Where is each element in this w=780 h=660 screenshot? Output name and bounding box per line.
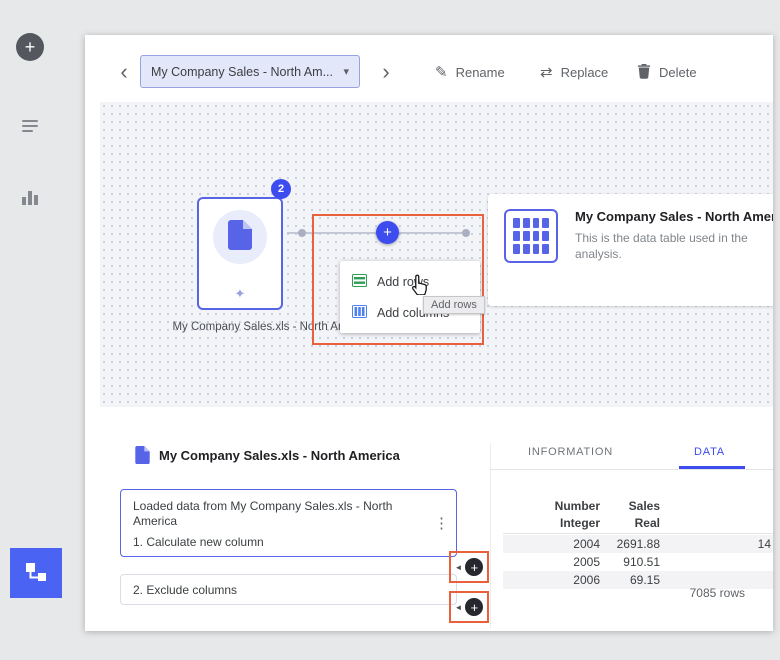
- replace-label: Replace: [561, 65, 609, 80]
- step-options-button[interactable]: ⋮: [434, 514, 449, 532]
- chevron-down-icon: ▾: [343, 65, 349, 78]
- step-loaded-data[interactable]: Loaded data from My Company Sales.xls - …: [120, 489, 457, 557]
- chevron-left-icon: ‹: [120, 59, 127, 85]
- ellipsis-vertical-icon: ⋮: [434, 515, 449, 532]
- table-header-block: Number Sales Integer Real: [503, 497, 773, 534]
- transformations-icon: ✦: [235, 286, 246, 302]
- table-header-types: Integer Real: [503, 514, 773, 531]
- tab-strip-divider: [490, 469, 773, 470]
- rename-label: Rename: [456, 65, 505, 80]
- step-calculate-column-label: 1. Calculate new column: [133, 535, 428, 550]
- table-cell: 910.51: [600, 555, 660, 569]
- cursor-pointer-icon: [409, 273, 431, 300]
- output-node-description: This is the data table used in the analy…: [575, 230, 753, 262]
- sidebar-item-visualizations[interactable]: [19, 187, 41, 209]
- table-cell: 2005: [503, 555, 600, 569]
- data-canvas-panel: ‹ My Company Sales - North Am... ▾ › ✎ R…: [85, 35, 773, 631]
- insert-step-button-2[interactable]: +: [465, 598, 483, 616]
- connector-port-left: [298, 229, 306, 237]
- table-row: 2004 2691.88 14: [503, 535, 773, 553]
- bar-chart-icon: [19, 186, 41, 211]
- trash-icon: [637, 63, 651, 82]
- plus-icon: +: [25, 37, 36, 58]
- details-divider: [490, 443, 491, 628]
- output-node-title: My Company Sales - North America: [575, 209, 773, 224]
- tab-information[interactable]: INFORMATION: [528, 446, 613, 458]
- add-columns-icon: [352, 305, 367, 321]
- swap-icon: ⇄: [540, 65, 553, 80]
- file-icon: [135, 446, 150, 469]
- step-count-badge: 2: [271, 179, 291, 199]
- new-item-button[interactable]: +: [16, 33, 44, 61]
- step-exclude-columns-label: 2. Exclude columns: [133, 583, 237, 597]
- canvas[interactable]: ✦ 2 My Company Sales.xls - North Am +: [100, 102, 773, 407]
- tooltip: Add rows: [423, 296, 485, 314]
- column-type: Integer: [503, 516, 600, 530]
- page: +: [0, 0, 780, 660]
- table-cell: 14: [660, 537, 771, 551]
- add-rows-icon: [352, 274, 367, 290]
- data-list-icon: [19, 115, 41, 140]
- triangle-left-icon: ◄: [455, 563, 463, 572]
- insert-step-button-1[interactable]: +: [465, 558, 483, 576]
- table-cell: 2004: [503, 537, 600, 551]
- add-transformation-button[interactable]: +: [376, 221, 399, 244]
- rename-button[interactable]: ✎ Rename: [435, 61, 505, 83]
- dataset-selector-label: My Company Sales - North Am...: [151, 65, 333, 79]
- column-header: Number: [503, 499, 600, 513]
- delete-label: Delete: [659, 65, 697, 80]
- output-node-text: My Company Sales - North America This is…: [575, 209, 773, 291]
- chevron-right-icon: ›: [382, 59, 389, 85]
- replace-button[interactable]: ⇄ Replace: [540, 61, 608, 83]
- delete-button[interactable]: Delete: [637, 61, 697, 83]
- column-header: Sales: [600, 499, 660, 513]
- previous-dataset-button[interactable]: ‹: [112, 57, 136, 87]
- plus-icon: +: [383, 224, 392, 241]
- table-icon: [504, 209, 558, 263]
- connector-port-right: [462, 229, 470, 237]
- data-preview-table: Number Sales Integer Real 2004 2691.88 1…: [503, 497, 773, 589]
- data-canvas-icon: [23, 559, 49, 588]
- output-table-node[interactable]: My Company Sales - North America This is…: [488, 194, 773, 306]
- next-dataset-button[interactable]: ›: [374, 57, 398, 87]
- table-row: 2005 910.51: [503, 553, 773, 571]
- plus-icon: +: [471, 560, 479, 575]
- source-data-node[interactable]: ✦: [197, 197, 283, 310]
- table-header-names: Number Sales: [503, 497, 773, 514]
- step-exclude-columns[interactable]: 2. Exclude columns: [120, 574, 457, 605]
- sidebar-item-data[interactable]: [19, 116, 41, 138]
- dataset-selector[interactable]: My Company Sales - North Am... ▾: [140, 55, 360, 88]
- pencil-icon: ✎: [435, 65, 448, 80]
- sidebar-item-data-canvas[interactable]: [10, 548, 62, 598]
- dataset-title: My Company Sales.xls - North America: [159, 448, 400, 463]
- table-cell: 2691.88: [600, 537, 660, 551]
- file-icon: [228, 220, 252, 255]
- plus-icon: +: [471, 600, 479, 615]
- row-count: 7085 rows: [625, 586, 745, 600]
- table-cell: 69.15: [600, 573, 660, 587]
- tab-data[interactable]: DATA: [694, 446, 725, 458]
- step-loaded-data-text: Loaded data from My Company Sales.xls - …: [133, 499, 428, 529]
- source-node-avatar: [213, 210, 267, 264]
- table-cell: 2006: [503, 573, 600, 587]
- column-type: Real: [600, 516, 660, 530]
